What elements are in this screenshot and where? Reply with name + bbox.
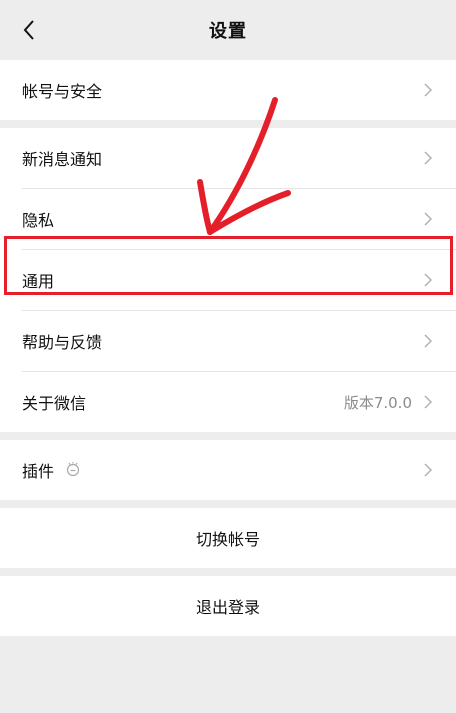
settings-item-privacy[interactable]: 隐私	[0, 189, 456, 249]
chevron-right-icon	[424, 463, 433, 477]
settings-item-label: 关于微信	[22, 394, 87, 413]
settings-item-label: 插件	[22, 462, 55, 481]
settings-item-label: 帮助与反馈	[22, 333, 103, 352]
chevron-right-icon	[424, 273, 433, 287]
page-title: 设置	[209, 21, 247, 42]
settings-item-about[interactable]: 关于微信 版本7.0.0	[0, 372, 456, 432]
top-nav-bar: 设置	[0, 0, 456, 60]
switch-account-label: 切换帐号	[195, 530, 260, 549]
switch-account-button[interactable]: 切换帐号	[0, 508, 456, 568]
chevron-left-icon	[23, 20, 34, 40]
logout-label: 退出登录	[195, 598, 260, 617]
chevron-right-icon	[424, 83, 433, 97]
settings-item-label: 帐号与安全	[22, 82, 103, 101]
plugin-bulb-icon	[66, 462, 80, 477]
chevron-right-icon	[424, 151, 433, 165]
chevron-right-icon	[424, 395, 433, 409]
settings-item-label: 通用	[22, 272, 55, 291]
chevron-right-icon	[424, 212, 433, 226]
chevron-right-icon	[424, 334, 433, 348]
settings-item-help-feedback[interactable]: 帮助与反馈	[0, 311, 456, 371]
version-text: 版本7.0.0	[343, 393, 412, 412]
settings-item-label: 隐私	[22, 211, 55, 230]
settings-item-plugins[interactable]: 插件	[0, 440, 456, 500]
group-general: 新消息通知 隐私 通用 帮助与反馈 关于微信 版本7.0.0	[0, 128, 456, 432]
group-account: 帐号与安全	[0, 60, 456, 120]
settings-item-label: 新消息通知	[22, 150, 103, 169]
settings-item-general[interactable]: 通用	[0, 250, 456, 310]
logout-button[interactable]: 退出登录	[0, 576, 456, 636]
back-button[interactable]	[14, 14, 44, 46]
settings-item-account-security[interactable]: 帐号与安全	[0, 60, 456, 120]
group-plugins: 插件	[0, 440, 456, 500]
settings-item-notifications[interactable]: 新消息通知	[0, 128, 456, 188]
